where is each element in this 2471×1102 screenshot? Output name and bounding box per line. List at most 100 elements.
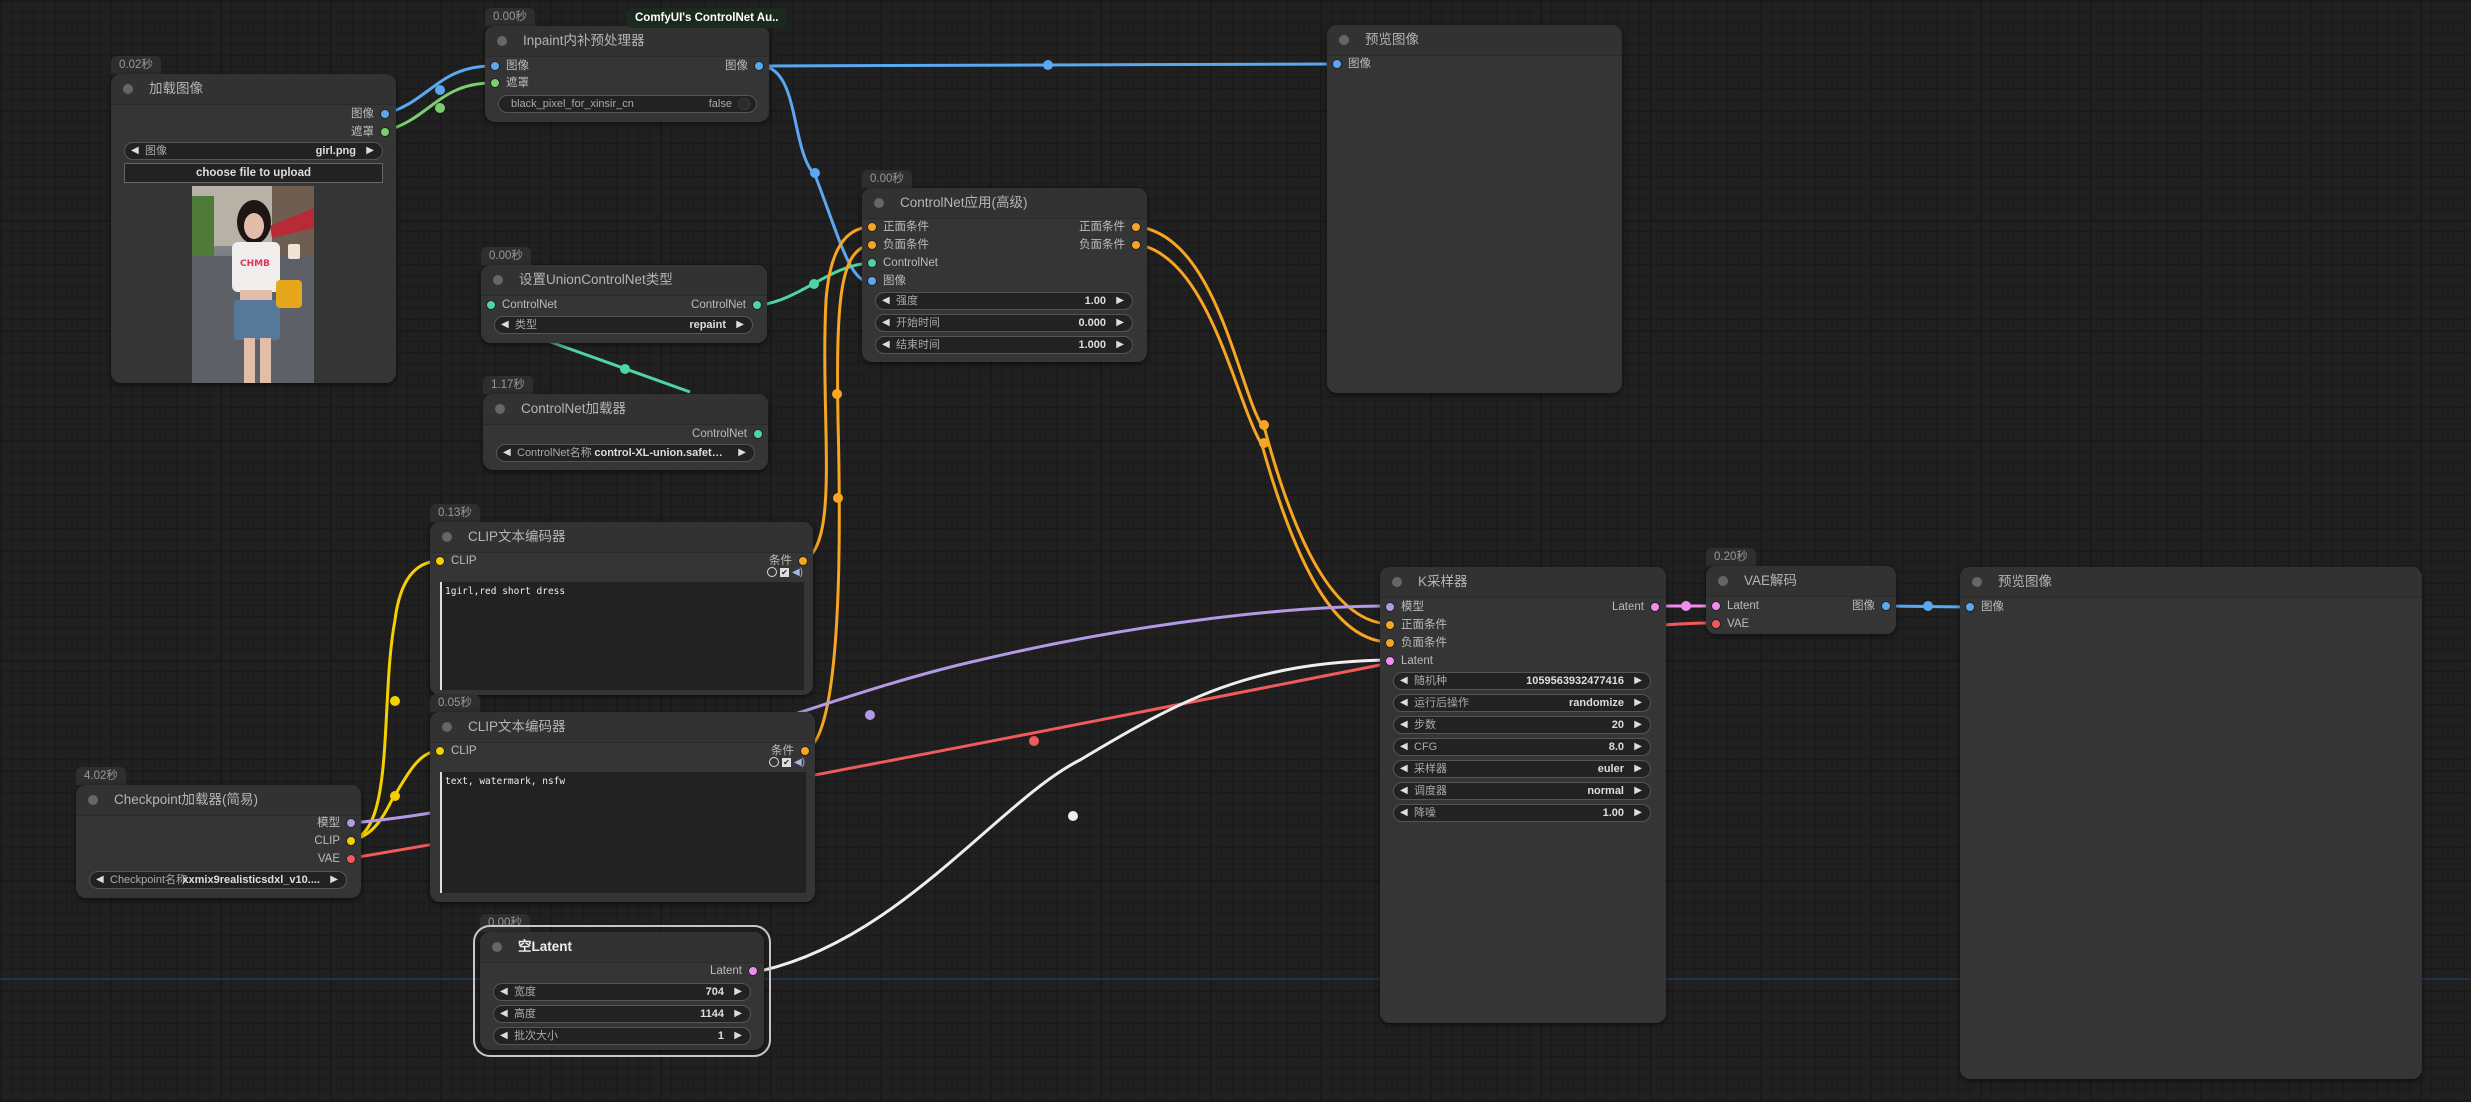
output-slot-image[interactable]: 图像 xyxy=(351,105,390,123)
node-controlnet-loader[interactable]: ControlNet加载器 ControlNet ◀ ControlNet名称 co… xyxy=(483,394,768,470)
input-slot-negative[interactable]: 负面条件 xyxy=(867,236,929,254)
check-icon[interactable]: ✔ xyxy=(781,757,791,767)
slot-dot-icon[interactable] xyxy=(754,61,764,71)
arrow-left-icon[interactable]: ◀ xyxy=(1400,739,1408,755)
arrow-right-icon[interactable]: ▶ xyxy=(736,317,744,333)
arrow-left-icon[interactable]: ◀ xyxy=(1400,783,1408,799)
end-percent-widget[interactable]: ◀ 结束时间 1.000 ▶ xyxy=(875,336,1133,354)
slot-dot-icon[interactable] xyxy=(346,854,356,864)
slot-dot-icon[interactable] xyxy=(798,556,808,566)
slot-dot-icon[interactable] xyxy=(1385,602,1395,612)
slot-dot-icon[interactable] xyxy=(753,429,763,439)
node-ksampler[interactable]: K采样器 模型 正面条件 负面条件 Latent Latent ◀ 随机种 1059… xyxy=(1380,567,1666,1023)
arrow-left-icon[interactable]: ◀ xyxy=(882,337,890,353)
prompt-textarea[interactable]: text, watermark, nsfw xyxy=(440,772,806,893)
output-slot-negative[interactable]: 负面条件 xyxy=(1079,236,1141,254)
slot-dot-icon[interactable] xyxy=(435,556,445,566)
collapse-dot-icon[interactable] xyxy=(123,84,133,94)
arrow-right-icon[interactable]: ▶ xyxy=(366,143,374,159)
collapse-dot-icon[interactable] xyxy=(1972,577,1982,587)
arrow-right-icon[interactable]: ▶ xyxy=(330,872,338,888)
node-empty-latent[interactable]: 空Latent Latent ◀ 宽度 704 ▶ ◀ 高度 1144 ▶ ◀ 批次大小 1 ▶ xyxy=(473,925,771,1057)
arrow-left-icon[interactable]: ◀ xyxy=(1400,673,1408,689)
arrow-left-icon[interactable]: ◀ xyxy=(1400,805,1408,821)
slot-dot-icon[interactable] xyxy=(1385,638,1395,648)
slot-dot-icon[interactable] xyxy=(380,127,390,137)
input-slot-positive[interactable]: 正面条件 xyxy=(867,218,929,236)
node-clip-text-encode-positive[interactable]: CLIP文本编码器 CLIP 条件 ✔ ◀) 1girl,red short dr… xyxy=(430,522,813,695)
output-slot-controlnet[interactable]: ControlNet xyxy=(692,425,763,443)
arrow-left-icon[interactable]: ◀ xyxy=(96,872,104,888)
slot-dot-icon[interactable] xyxy=(490,61,500,71)
node-title[interactable]: 加载图像 xyxy=(111,74,396,105)
speaker-icon[interactable]: ◀) xyxy=(792,567,803,578)
batch-size-widget[interactable]: ◀ 批次大小 1 ▶ xyxy=(493,1027,751,1045)
input-slot-negative[interactable]: 负面条件 xyxy=(1385,634,1447,652)
slot-dot-icon[interactable] xyxy=(867,258,877,268)
collapse-dot-icon[interactable] xyxy=(495,404,505,414)
output-slot-mask[interactable]: 遮罩 xyxy=(351,123,390,141)
node-title[interactable]: 空Latent xyxy=(480,932,764,963)
control-after-generate-widget[interactable]: ◀ 运行后操作 randomize ▶ xyxy=(1393,694,1651,712)
black-pixel-toggle[interactable]: black_pixel_for_xinsir_cn false xyxy=(498,95,757,113)
slot-dot-icon[interactable] xyxy=(1131,222,1141,232)
output-slot-positive[interactable]: 正面条件 xyxy=(1079,218,1141,236)
output-slot-clip[interactable]: CLIP xyxy=(314,832,356,850)
input-slot-image[interactable]: 图像 xyxy=(490,57,529,75)
input-slot-image[interactable]: 图像 xyxy=(1965,598,2004,616)
slot-dot-icon[interactable] xyxy=(1881,601,1891,611)
width-widget[interactable]: ◀ 宽度 704 ▶ xyxy=(493,983,751,1001)
input-slot-clip[interactable]: CLIP xyxy=(435,742,477,760)
collapse-dot-icon[interactable] xyxy=(88,795,98,805)
node-preview-image-top[interactable]: 预览图像 图像 xyxy=(1327,25,1622,393)
arrow-right-icon[interactable]: ▶ xyxy=(1634,739,1642,755)
check-icon[interactable]: ✔ xyxy=(779,567,789,577)
denoise-widget[interactable]: ◀ 降噪 1.00 ▶ xyxy=(1393,804,1651,822)
slot-dot-icon[interactable] xyxy=(1385,620,1395,630)
node-checkpoint-loader[interactable]: Checkpoint加载器(简易) 模型 CLIP VAE ◀ Checkpoin… xyxy=(76,785,361,898)
cfg-widget[interactable]: ◀ CFG 8.0 ▶ xyxy=(1393,738,1651,756)
input-slot-vae[interactable]: VAE xyxy=(1711,615,1749,633)
slot-dot-icon[interactable] xyxy=(435,746,445,756)
slot-dot-icon[interactable] xyxy=(748,966,758,976)
arrow-left-icon[interactable]: ◀ xyxy=(882,293,890,309)
collapse-dot-icon[interactable] xyxy=(874,198,884,208)
node-title[interactable]: 预览图像 xyxy=(1960,567,2422,598)
input-slot-controlnet[interactable]: ControlNet xyxy=(486,296,557,314)
node-title[interactable]: K采样器 xyxy=(1380,567,1666,598)
arrow-right-icon[interactable]: ▶ xyxy=(1634,717,1642,733)
speaker-icon[interactable]: ◀) xyxy=(794,757,805,768)
slot-dot-icon[interactable] xyxy=(1332,59,1342,69)
slot-dot-icon[interactable] xyxy=(867,276,877,286)
output-slot-latent[interactable]: Latent xyxy=(1612,598,1660,616)
arrow-right-icon[interactable]: ▶ xyxy=(734,984,742,1000)
slot-dot-icon[interactable] xyxy=(486,300,496,310)
node-controlnet-apply[interactable]: ControlNet应用(高级) 正面条件 负面条件 ControlNet 图像… xyxy=(862,188,1147,362)
image-combo-widget[interactable]: ◀ 图像 girl.png ▶ xyxy=(124,142,383,160)
slot-dot-icon[interactable] xyxy=(867,222,877,232)
arrow-left-icon[interactable]: ◀ xyxy=(500,1006,508,1022)
node-vae-decode[interactable]: VAE解码 Latent VAE 图像 xyxy=(1706,566,1896,634)
scheduler-widget[interactable]: ◀ 调度器 normal ▶ xyxy=(1393,782,1651,800)
steps-widget[interactable]: ◀ 步数 20 ▶ xyxy=(1393,716,1651,734)
arrow-right-icon[interactable]: ▶ xyxy=(1634,673,1642,689)
collapse-dot-icon[interactable] xyxy=(442,532,452,542)
node-title[interactable]: Inpaint内补预处理器 xyxy=(485,26,769,57)
node-title[interactable]: CLIP文本编码器 xyxy=(430,522,813,553)
slot-dot-icon[interactable] xyxy=(346,836,356,846)
arrow-right-icon[interactable]: ▶ xyxy=(1116,337,1124,353)
node-title[interactable]: ControlNet应用(高级) xyxy=(862,188,1147,219)
arrow-right-icon[interactable]: ▶ xyxy=(1634,805,1642,821)
arrow-right-icon[interactable]: ▶ xyxy=(1634,761,1642,777)
input-slot-positive[interactable]: 正面条件 xyxy=(1385,616,1447,634)
arrow-right-icon[interactable]: ▶ xyxy=(734,1006,742,1022)
input-slot-image[interactable]: 图像 xyxy=(867,272,906,290)
input-slot-clip[interactable]: CLIP xyxy=(435,552,477,570)
arrow-left-icon[interactable]: ◀ xyxy=(501,317,509,333)
input-slot-model[interactable]: 模型 xyxy=(1385,598,1424,616)
arrow-right-icon[interactable]: ▶ xyxy=(1634,783,1642,799)
collapse-dot-icon[interactable] xyxy=(1718,576,1728,586)
input-slot-mask[interactable]: 遮罩 xyxy=(490,74,529,92)
sampler-widget[interactable]: ◀ 采样器 euler ▶ xyxy=(1393,760,1651,778)
slot-dot-icon[interactable] xyxy=(1711,619,1721,629)
